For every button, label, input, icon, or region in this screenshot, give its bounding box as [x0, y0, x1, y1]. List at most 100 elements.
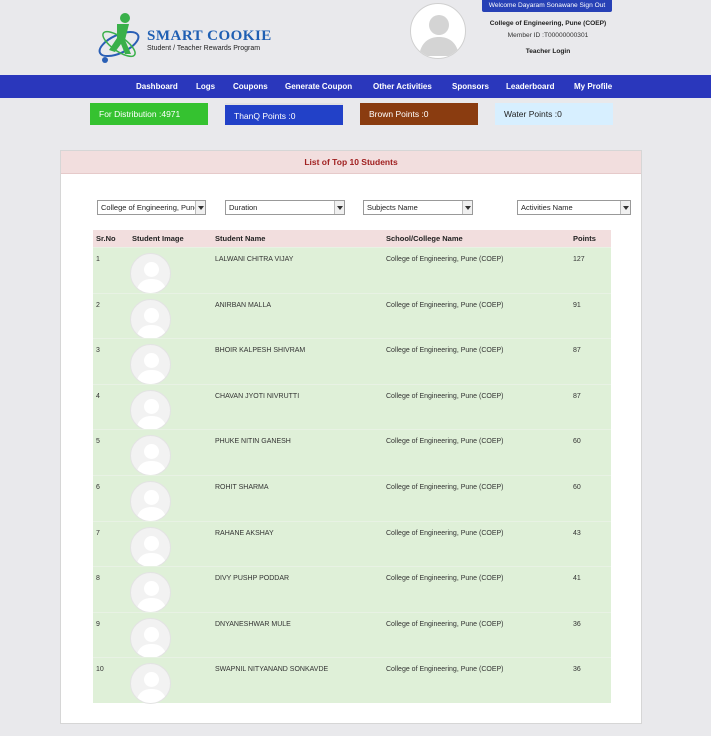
- user-placeholder-icon: [136, 444, 167, 476]
- student-avatar: [130, 389, 171, 431]
- nav-sponsors[interactable]: Sponsors: [452, 75, 489, 98]
- student-points: 43: [573, 529, 581, 537]
- sr-no: 9: [96, 620, 100, 628]
- distribution-points-box[interactable]: For Distribution :4971: [90, 103, 208, 125]
- sr-no: 6: [96, 483, 100, 491]
- nav-coupons[interactable]: Coupons: [233, 75, 268, 98]
- panel-title: List of Top 10 Students: [61, 151, 641, 174]
- college-select[interactable]: College of Engineering, Pune: [97, 200, 206, 215]
- logo-title: SMART COOKIE: [147, 28, 272, 44]
- sr-no: 8: [96, 575, 100, 583]
- student-name: DNYANESHWAR MULE: [215, 620, 291, 628]
- activities-select[interactable]: Activities Name: [517, 200, 631, 215]
- user-placeholder-icon: [136, 398, 167, 430]
- table-row: 9 DNYANESHWAR MULE College of Engineering,…: [93, 611, 611, 659]
- school-name: College of Engineering, Pune (COEP): [386, 392, 504, 400]
- duration-select[interactable]: Duration: [225, 200, 345, 215]
- student-points: 36: [573, 620, 581, 628]
- student-avatar: [130, 344, 171, 386]
- table-row: 2 ANIRBAN MALLA College of Engineering, Pu…: [93, 292, 611, 340]
- smart-cookie-logo[interactable]: SMART COOKIE Student / Teacher Rewards P…: [95, 10, 285, 70]
- nav-generate-coupon[interactable]: Generate Coupon: [285, 75, 352, 98]
- school-name: College of Engineering, Pune (COEP): [386, 483, 504, 491]
- user-placeholder-icon: [136, 307, 167, 339]
- top-students-panel: List of Top 10 Students College of Engin…: [60, 150, 642, 724]
- student-points: 87: [573, 392, 581, 400]
- table-header: Sr.No Student Image Student Name School/…: [93, 230, 611, 247]
- user-placeholder-icon: [419, 15, 459, 56]
- cookie-logo-icon: [98, 13, 140, 63]
- table-row: 7 RAHANE AKSHAY College of Engineering, Pu…: [93, 520, 611, 568]
- student-name: DIVY PUSHP PODDAR: [215, 575, 290, 583]
- thanq-points-box[interactable]: ThanQ Points :0: [225, 103, 343, 125]
- school-name: College of Engineering, Pune (COEP): [386, 347, 504, 355]
- sr-no: 7: [96, 529, 100, 537]
- user-placeholder-icon: [136, 672, 167, 704]
- chevron-down-icon: [620, 201, 630, 214]
- student-avatar: [130, 298, 171, 340]
- nav-leaderboard[interactable]: Leaderboard: [506, 75, 554, 98]
- member-id: Member ID :T00000000301: [507, 32, 589, 39]
- subjects-select[interactable]: Subjects Name: [363, 200, 473, 215]
- table-row: 8 DIVY PUSHP PODDAR College of Engineering…: [93, 566, 611, 614]
- col-student-name: Student Name: [215, 234, 266, 243]
- student-avatar: [130, 572, 171, 614]
- user-placeholder-icon: [136, 489, 167, 521]
- school-name: College of Engineering, Pune (COEP): [386, 620, 504, 628]
- student-avatar: [130, 253, 171, 294]
- student-points: 127: [573, 256, 585, 263]
- table-row: 4 CHAVAN JYOTI NIVRUTTI College of Enginee…: [93, 383, 611, 431]
- user-placeholder-icon: [136, 353, 167, 385]
- sr-no: 2: [96, 301, 100, 309]
- student-name: LALWANI CHITRA VIJAY: [215, 256, 294, 263]
- student-name: ROHIT SHARMA: [215, 483, 269, 491]
- nav-dashboard[interactable]: Dashboard: [136, 75, 178, 98]
- student-points: 91: [573, 301, 581, 309]
- chevron-down-icon: [334, 201, 344, 214]
- col-sr-no: Sr.No: [96, 234, 116, 243]
- student-name: PHUKE NITIN GANESH: [215, 438, 291, 446]
- col-student-image: Student Image: [132, 234, 184, 243]
- user-placeholder-icon: [136, 262, 167, 293]
- user-placeholder-icon: [136, 626, 167, 658]
- col-school-name: School/College Name: [386, 234, 463, 243]
- table-row: 10 SWAPNIL NITYANAND SONKAVDE College of E…: [93, 657, 611, 705]
- student-avatar: [130, 480, 171, 522]
- logo-subtitle: Student / Teacher Rewards Program: [147, 45, 261, 52]
- activities-select-value: Activities Name: [521, 203, 573, 212]
- student-name: BHOIR KALPESH SHIVRAM: [215, 347, 306, 355]
- subjects-select-value: Subjects Name: [367, 203, 418, 212]
- nav-other-activities[interactable]: Other Activities: [373, 75, 432, 98]
- sr-no: 1: [96, 256, 100, 263]
- sr-no: 4: [96, 392, 100, 400]
- school-name: College of Engineering, Pune (COEP): [386, 256, 504, 263]
- school-name: College of Engineering, Pune (COEP): [386, 575, 504, 583]
- sr-no: 10: [96, 666, 104, 674]
- main-nav: Dashboard Logs Coupons Generate Coupon O…: [0, 75, 711, 98]
- profile-avatar[interactable]: [410, 3, 466, 59]
- nav-my-profile[interactable]: My Profile: [574, 75, 612, 98]
- header: SMART COOKIE Student / Teacher Rewards P…: [0, 0, 711, 74]
- school-name: College of Engineering, Pune (COEP): [386, 666, 504, 674]
- nav-logs[interactable]: Logs: [196, 75, 215, 98]
- student-points: 60: [573, 483, 581, 491]
- student-name: ANIRBAN MALLA: [215, 301, 272, 309]
- student-name: RAHANE AKSHAY: [215, 529, 274, 537]
- brown-points-box[interactable]: Brown Points :0: [360, 103, 478, 125]
- school-name: College of Engineering, Pune (COEP): [386, 301, 504, 309]
- student-avatar: [130, 663, 171, 705]
- water-points-box[interactable]: Water Points :0: [495, 103, 613, 125]
- sr-no: 5: [96, 438, 100, 446]
- welcome-signout-link[interactable]: Welcome Dayaram Sonawane Sign Out: [482, 0, 612, 12]
- school-name: College of Engineering, Pune (COEP): [386, 529, 504, 537]
- college-name: College of Engineering, Pune (COEP): [489, 20, 607, 27]
- students-table: Sr.No Student Image Student Name School/…: [93, 230, 611, 705]
- chevron-down-icon: [195, 201, 205, 214]
- student-points: 36: [573, 666, 581, 674]
- duration-select-value: Duration: [229, 203, 258, 212]
- school-name: College of Engineering, Pune (COEP): [386, 438, 504, 446]
- sr-no: 3: [96, 347, 100, 355]
- student-name: SWAPNIL NITYANAND SONKAVDE: [215, 666, 329, 674]
- college-select-value: College of Engineering, Pune: [101, 203, 199, 212]
- user-placeholder-icon: [136, 535, 167, 567]
